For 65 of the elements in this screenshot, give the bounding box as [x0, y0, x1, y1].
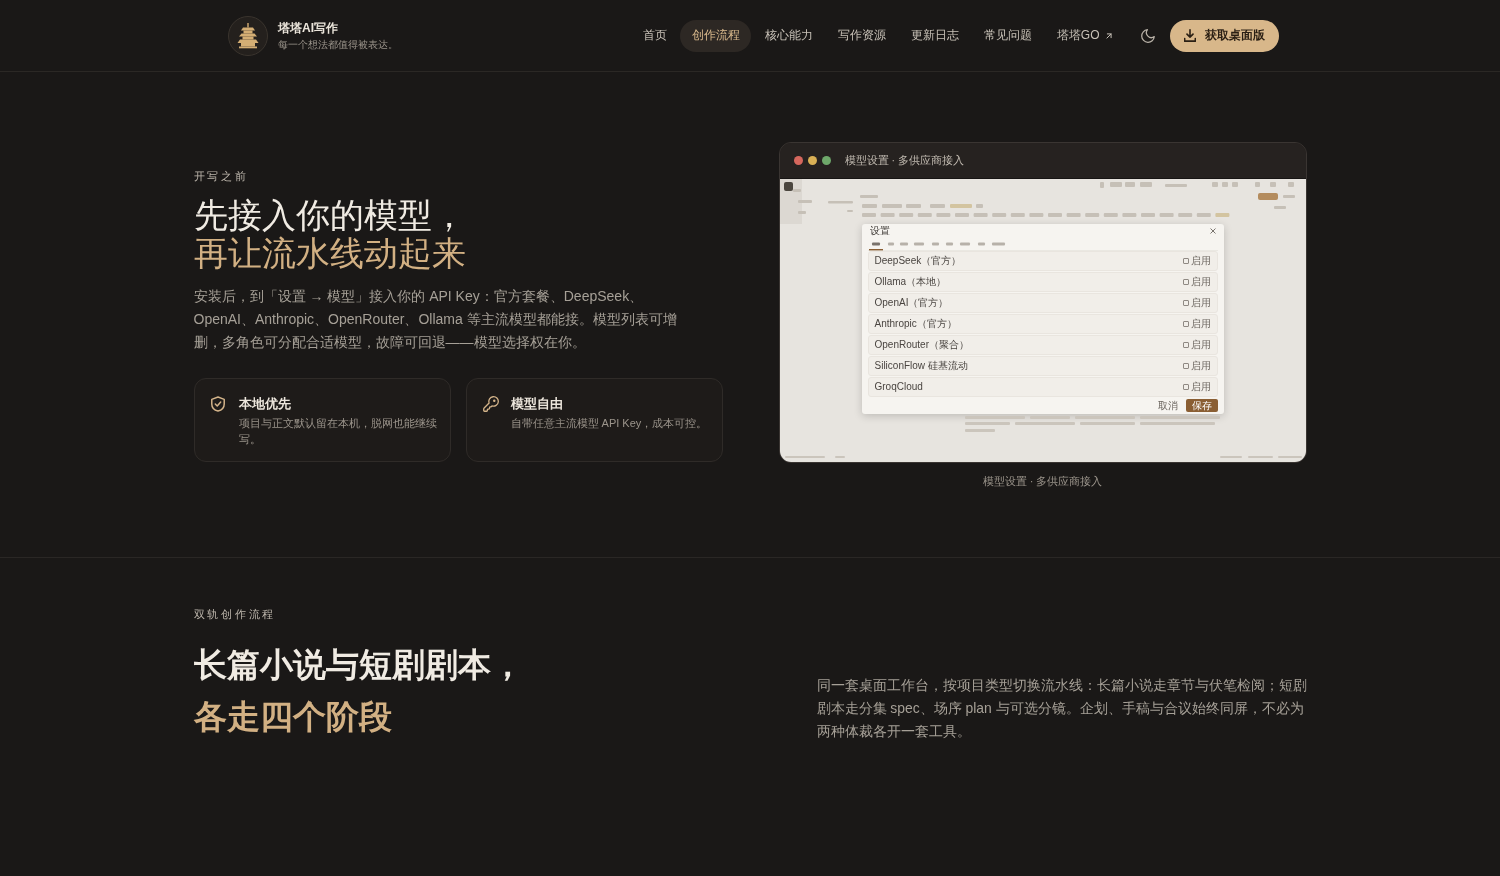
- close-dot-icon: [793, 156, 803, 165]
- feature-title: 模型自由: [510, 395, 564, 413]
- dialog-title: 设置: [869, 225, 890, 237]
- minimize-dot-icon: [807, 156, 817, 165]
- checkbox[interactable]: [1182, 363, 1189, 369]
- provider-row[interactable]: DeepSeek（官方） 启用: [867, 251, 1218, 271]
- nav-link[interactable]: 首页: [631, 19, 679, 52]
- close-icon[interactable]: [1209, 228, 1216, 234]
- nav-link[interactable]: 更新日志: [899, 19, 971, 52]
- checkbox[interactable]: [1182, 321, 1189, 327]
- download-icon: [1184, 29, 1196, 42]
- provider-row[interactable]: Anthropic（官方） 启用: [867, 314, 1218, 334]
- checkbox-label: 启用: [1190, 318, 1211, 330]
- arrow-up-right-icon: [1103, 30, 1114, 41]
- save-button[interactable]: 保存: [1185, 399, 1218, 412]
- feature-description: 项目与正文默认留在本机，脱网也能继续写。: [238, 415, 438, 447]
- section-body: 同一套桌面工作台，按项目类型切换流水线：长篇小说走章节与伏笔检阅；短剧剧本走分集 spec、场序 plan 与可选分镜。企划、手稿与合议始终同屏，不必为两种体裁各开一套工具。: [816, 676, 1307, 741]
- nav-link[interactable]: 核心能力: [753, 19, 825, 52]
- cancel-button[interactable]: 取消: [1153, 399, 1182, 412]
- checkbox[interactable]: [1182, 384, 1189, 390]
- zoom-dot-icon: [821, 156, 831, 165]
- brand-tagline: 每一个想法都值得被表达。: [278, 38, 398, 51]
- provider-name: Ollama（本地）: [874, 276, 947, 288]
- section-heading: 先接入你的模型，: [193, 196, 467, 235]
- checkbox[interactable]: [1182, 258, 1189, 264]
- checkbox-label: 启用: [1190, 339, 1211, 351]
- checkbox[interactable]: [1182, 342, 1189, 348]
- nav-link[interactable]: 塔塔GO: [1045, 19, 1125, 52]
- checkbox[interactable]: [1182, 279, 1189, 285]
- pagoda-logo-icon[interactable]: [228, 15, 268, 56]
- provider-name: DeepSeek（官方）: [874, 255, 962, 267]
- provider-row[interactable]: SiliconFlow 硅基流动 启用: [867, 356, 1218, 376]
- moon-icon: [1141, 28, 1155, 43]
- section-heading-accent: 各走四个阶段: [193, 697, 393, 737]
- nav-link[interactable]: 创作流程: [680, 19, 752, 52]
- provider-name: OpenAI（官方）: [874, 297, 949, 309]
- provider-name: Anthropic（官方）: [874, 318, 957, 330]
- feature-title: 本地优先: [238, 395, 292, 413]
- checkbox-label: 启用: [1190, 297, 1211, 309]
- section-heading-accent: 再让流水线动起来: [193, 234, 467, 273]
- provider-row[interactable]: Ollama（本地） 启用: [867, 272, 1218, 292]
- checkbox[interactable]: [1182, 300, 1189, 306]
- section-body: 安装后，到「设置 → 模型」接入你的 API Key：官方套餐、DeepSeek、OpenAI、Anthropic、OpenRouter、Ollama 等主流模型都能接。模型列表可增删，多角色可分配合适模型，故障可回退——模型选择权在你。: [193, 286, 678, 352]
- section-eyebrow: 双轨创作流程: [193, 607, 277, 621]
- provider-row[interactable]: GroqCloud 启用: [867, 377, 1218, 397]
- image-caption: 模型设置 · 多供应商接入: [981, 474, 1104, 488]
- section-eyebrow: 开写之前: [193, 168, 250, 183]
- shield-check-icon: [210, 395, 225, 412]
- window-title: 模型设置 · 多供应商接入: [844, 154, 964, 167]
- provider-name: OpenRouter（聚合）: [874, 339, 969, 351]
- download-button[interactable]: 获取桌面版: [1170, 19, 1279, 52]
- nav-link[interactable]: 常见问题: [972, 19, 1044, 52]
- checkbox-label: 启用: [1190, 360, 1211, 372]
- provider-row[interactable]: OpenRouter（聚合） 启用: [867, 335, 1218, 355]
- nav-link[interactable]: 写作资源: [826, 19, 898, 52]
- checkbox-label: 启用: [1190, 255, 1211, 267]
- provider-name: SiliconFlow 硅基流动: [874, 360, 968, 372]
- checkbox-label: 启用: [1190, 381, 1211, 393]
- section-heading: 长篇小说与短剧剧本，: [193, 645, 525, 685]
- provider-row[interactable]: OpenAI（官方） 启用: [867, 293, 1218, 313]
- checkbox-label: 启用: [1190, 276, 1211, 288]
- feature-description: 自带任意主流模型 API Key，成本可控。: [510, 415, 709, 431]
- provider-name: GroqCloud: [874, 381, 923, 393]
- key-icon: [482, 395, 499, 412]
- brand-name: 塔塔AI写作: [278, 20, 339, 36]
